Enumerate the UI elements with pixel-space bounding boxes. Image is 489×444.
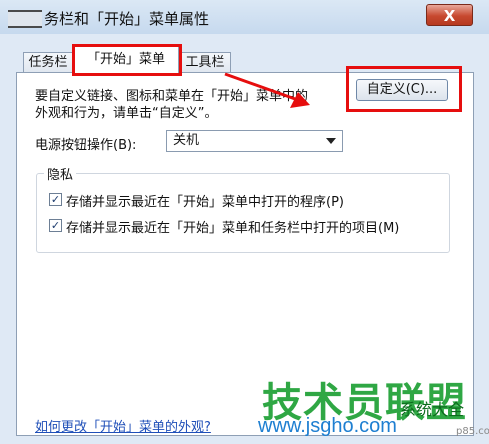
annotation-arrow	[224, 72, 310, 108]
